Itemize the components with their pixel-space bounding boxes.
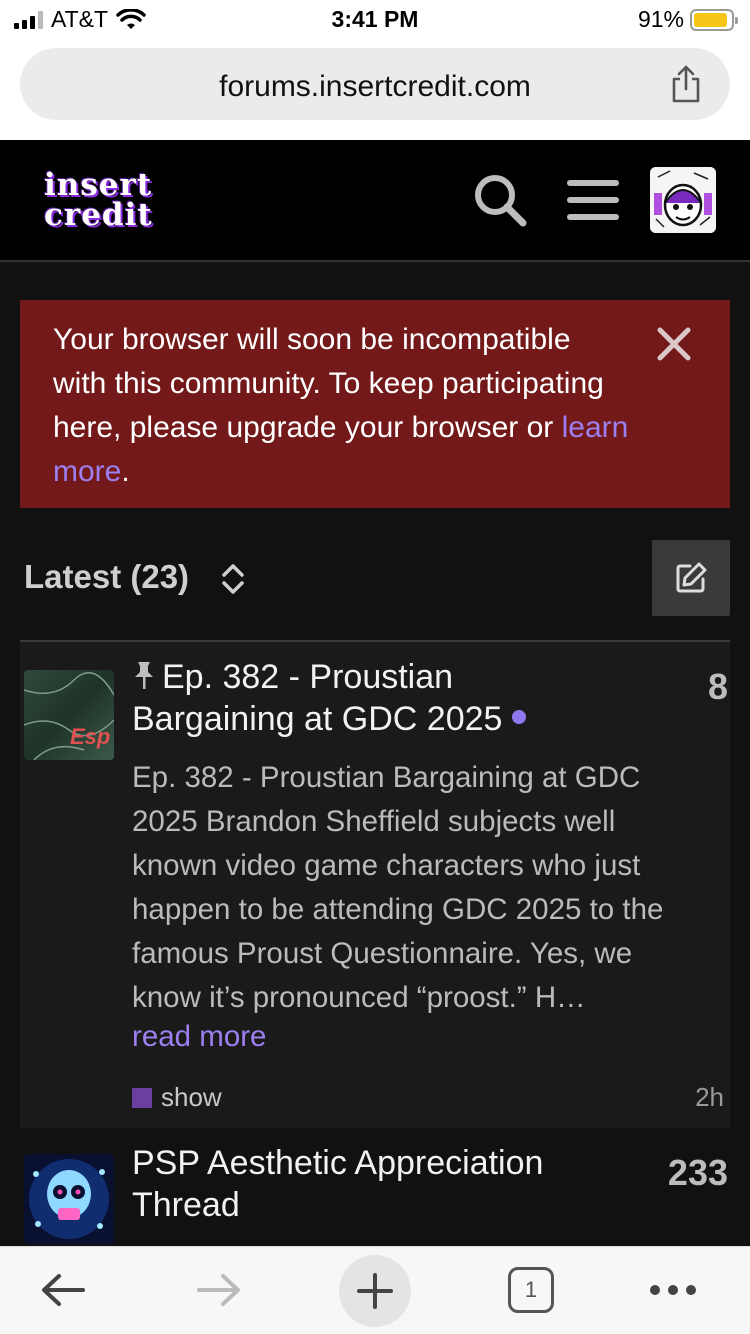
battery-icon: [690, 8, 738, 31]
reply-count[interactable]: 233: [668, 1152, 728, 1194]
alert-period: .: [121, 455, 130, 488]
arrow-left-icon: [42, 1274, 85, 1306]
pin-icon: [135, 662, 153, 689]
forward-button[interactable]: [184, 1255, 254, 1325]
battery-percent: 91%: [637, 6, 684, 32]
site-logo[interactable]: insert credit: [44, 167, 153, 233]
topic-title[interactable]: PSP Aesthetic Appreciation Thread: [132, 1142, 602, 1226]
tab-switcher-button[interactable]: 1: [496, 1255, 566, 1325]
search-icon[interactable]: [470, 170, 530, 230]
browser-address-area: forums.insertcredit.com: [0, 40, 750, 140]
hamburger-menu-icon[interactable]: [567, 178, 619, 222]
user-avatar[interactable]: [650, 167, 716, 233]
battery-fill: [694, 12, 727, 27]
tab-count: 1: [508, 1267, 554, 1313]
logo-line-1: insert: [44, 167, 153, 203]
topic-avatar-image: Esp: [24, 670, 114, 760]
reply-count[interactable]: 8: [708, 666, 728, 708]
status-bar: AT&T 3:41 PM 91%: [0, 0, 750, 40]
plus-icon: [357, 1273, 393, 1309]
topic-title[interactable]: Ep. 382 - Proustian Bargaining at GDC 20…: [132, 656, 602, 740]
category-badge[interactable]: show: [132, 1082, 222, 1113]
topic-title-text: Ep. 382 - Proustian Bargaining at GDC 20…: [132, 658, 503, 738]
browser-warning-alert: Your browser will soon be incompatible w…: [20, 300, 730, 508]
topic-list-controls: Latest (23): [24, 540, 730, 616]
edit-icon: [676, 562, 707, 593]
topic-age[interactable]: 2h: [695, 1082, 724, 1113]
address-bar[interactable]: forums.insertcredit.com: [20, 48, 730, 120]
new-topic-button[interactable]: [652, 540, 730, 616]
more-dots-icon: [650, 1285, 696, 1295]
share-icon[interactable]: [668, 64, 704, 104]
read-more-link[interactable]: read more: [132, 1020, 266, 1054]
avatar-letters: Esp: [70, 724, 110, 749]
topic-excerpt: Ep. 382 - Proustian Bargaining at GDC 20…: [132, 761, 664, 1014]
main-content: Your browser will soon be incompatible w…: [0, 262, 750, 1246]
unread-indicator: [512, 710, 527, 724]
back-button[interactable]: [28, 1255, 98, 1325]
url-text: forums.insertcredit.com: [219, 70, 531, 103]
browser-toolbar: 1: [0, 1246, 750, 1334]
logo-line-2: credit: [44, 197, 153, 233]
status-right: 91%: [637, 6, 738, 33]
new-tab-button[interactable]: [339, 1255, 411, 1327]
arrow-right-icon: [197, 1274, 240, 1306]
topic-row[interactable]: Esp Ep. 382 - Proustian Bargaining at GD…: [20, 642, 730, 1128]
chevron-updown-icon[interactable]: [220, 562, 246, 596]
alert-message: Your browser will soon be incompatible w…: [53, 323, 604, 444]
more-options-button[interactable]: [638, 1255, 708, 1325]
topic-avatar-image: [24, 1154, 114, 1244]
topic-row[interactable]: PSP Aesthetic Appreciation Thread 233: [20, 1128, 730, 1246]
close-icon[interactable]: [656, 326, 692, 362]
topic-avatar[interactable]: Esp: [24, 670, 114, 760]
site-header: insert credit: [0, 140, 750, 262]
topic-avatar[interactable]: [24, 1154, 114, 1244]
latest-dropdown-label[interactable]: Latest (23): [24, 558, 189, 596]
category-color-swatch: [132, 1087, 152, 1108]
user-avatar-image: [650, 167, 716, 233]
category-name: show: [161, 1082, 222, 1112]
